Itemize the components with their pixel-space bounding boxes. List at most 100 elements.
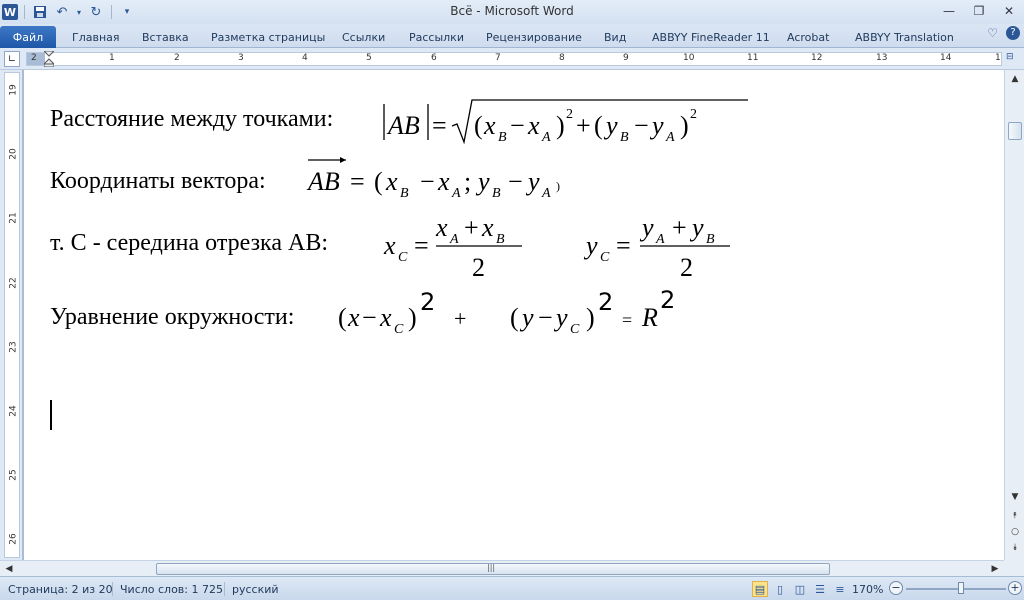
- ruler-mark: 23: [8, 341, 19, 353]
- svg-text:A: A: [541, 130, 551, 145]
- svg-text:B: B: [620, 130, 629, 145]
- view-ruler-icon[interactable]: ⊟: [1006, 52, 1020, 66]
- ribbon-tabs: Файл Главная Вставка Разметка страницы С…: [0, 24, 1024, 48]
- close-icon[interactable]: ✕: [994, 0, 1024, 22]
- restore-icon[interactable]: ❐: [964, 0, 994, 22]
- scrollbar-corner: [1004, 560, 1024, 576]
- grip-icon: |||: [487, 563, 496, 572]
- zoom-slider-knob[interactable]: [958, 582, 964, 594]
- ruler-mark: 6: [431, 53, 437, 63]
- svg-text:AB: AB: [306, 167, 340, 196]
- horizontal-scroll-thumb[interactable]: |||: [156, 563, 830, 575]
- draft-view-icon[interactable]: ≡: [832, 581, 848, 597]
- horizontal-ruler[interactable]: 2 1 2 3 4 5 6 7 8 9 10 11 12 13 14 15: [26, 52, 1002, 66]
- svg-text:+: +: [454, 306, 466, 331]
- tab-abbyy-finereader[interactable]: ABBYY FineReader 11: [646, 27, 776, 48]
- text-line-midpoint[interactable]: т. С - середина отрезка АВ:: [50, 230, 328, 257]
- ruler-row: ∟ 2 1 2 3 4 5 6 7 8 9 10 11 12 13 14 15 …: [0, 48, 1024, 70]
- svg-text:−: −: [510, 111, 525, 140]
- web-layout-icon[interactable]: ◫: [792, 581, 808, 597]
- svg-text:+: +: [464, 213, 479, 242]
- full-screen-reading-icon[interactable]: ▯: [772, 581, 788, 597]
- zoom-level[interactable]: 170%: [852, 583, 883, 596]
- svg-text:C: C: [398, 250, 408, 265]
- tab-references[interactable]: Ссылки: [336, 27, 391, 48]
- svg-text:−: −: [634, 111, 649, 140]
- status-separator: [224, 582, 225, 596]
- svg-text:): ): [680, 111, 689, 140]
- line-label: Уравнение окружности:: [50, 304, 295, 330]
- svg-text:=: =: [350, 167, 365, 196]
- text-line-distance[interactable]: Расстояние между точками:: [50, 106, 333, 133]
- print-layout-icon[interactable]: ▤: [752, 581, 768, 597]
- vertical-ruler[interactable]: 19 20 21 22 23 24 25 26: [4, 72, 20, 558]
- tab-insert[interactable]: Вставка: [136, 27, 195, 48]
- browse-object-icon[interactable]: ○: [1008, 526, 1022, 538]
- vertical-scroll-thumb[interactable]: [1008, 122, 1022, 140]
- tab-file[interactable]: Файл: [0, 26, 56, 48]
- window-controls: — ❐ ✕: [934, 0, 1024, 22]
- svg-text:): ): [556, 179, 560, 193]
- scroll-left-icon[interactable]: ◀: [2, 562, 16, 576]
- zoom-out-icon[interactable]: −: [889, 581, 903, 595]
- tab-stop-selector[interactable]: ∟: [4, 51, 20, 67]
- zoom-in-icon[interactable]: +: [1008, 581, 1022, 595]
- tab-page-layout[interactable]: Разметка страницы: [205, 27, 331, 48]
- tab-home[interactable]: Главная: [66, 27, 126, 48]
- tab-mailings[interactable]: Рассылки: [403, 27, 470, 48]
- ruler-mark: 2: [174, 53, 180, 63]
- svg-text:B: B: [498, 130, 507, 145]
- status-word-count[interactable]: Число слов: 1 725: [120, 583, 223, 596]
- svg-text:x: x: [437, 167, 450, 196]
- previous-page-icon[interactable]: ⯭: [1008, 510, 1022, 522]
- text-line-vector[interactable]: Координаты вектора:: [50, 168, 266, 195]
- svg-text:y: y: [583, 231, 598, 260]
- svg-text:−: −: [538, 303, 553, 332]
- svg-text:A: A: [655, 232, 665, 247]
- svg-text:A: A: [665, 130, 675, 145]
- ruler-mark: 13: [876, 53, 888, 63]
- svg-text:2: 2: [472, 253, 485, 282]
- status-language[interactable]: русский: [232, 583, 279, 596]
- minimize-icon[interactable]: —: [934, 0, 964, 22]
- svg-text:x: x: [379, 303, 392, 332]
- tab-review[interactable]: Рецензирование: [480, 27, 588, 48]
- text-cursor: [50, 400, 52, 430]
- scroll-up-icon[interactable]: ▲: [1008, 72, 1022, 86]
- svg-text:y: y: [649, 111, 664, 140]
- ruler-mark: 10: [683, 53, 695, 63]
- ribbon-help-area: ♡ ?: [987, 26, 1020, 40]
- status-bar: Страница: 2 из 20 Число слов: 1 725 русс…: [0, 576, 1024, 600]
- zoom-slider[interactable]: [906, 588, 1006, 590]
- vertical-scrollbar[interactable]: ▲ ▼ ⯭ ○ ⯯: [1004, 70, 1024, 560]
- ruler-mark: 2: [31, 53, 37, 63]
- svg-text:x: x: [527, 111, 540, 140]
- svg-text:2: 2: [420, 288, 435, 316]
- svg-text:AB: AB: [386, 111, 420, 140]
- svg-text:A: A: [541, 186, 551, 200]
- svg-text:x: x: [385, 167, 398, 196]
- indent-marker-icon[interactable]: [44, 51, 54, 67]
- circle-formula: ( x − x C ) 2 + ( y − y C ) 2 = R 2: [338, 286, 675, 337]
- ruler-mark: 26: [8, 533, 19, 545]
- svg-text:(: (: [510, 303, 519, 332]
- scroll-right-icon[interactable]: ▶: [988, 562, 1002, 576]
- document-area[interactable]: Расстояние между точками: AB = ( x B − x…: [22, 70, 1004, 560]
- next-page-icon[interactable]: ⯯: [1008, 542, 1022, 554]
- tab-view[interactable]: Вид: [598, 27, 632, 48]
- document-page[interactable]: Расстояние между точками: AB = ( x B − x…: [24, 70, 1004, 560]
- outline-view-icon[interactable]: ☰: [812, 581, 828, 597]
- svg-text:(: (: [474, 111, 483, 140]
- distance-formula: AB = ( x B − x A ) 2 + ( y B − y A) 2: [383, 99, 748, 145]
- chevron-down-icon[interactable]: ♡: [987, 26, 998, 40]
- help-icon[interactable]: ?: [1006, 26, 1020, 40]
- svg-text:−: −: [508, 167, 523, 196]
- scroll-down-icon[interactable]: ▼: [1008, 490, 1022, 504]
- ruler-mark: 12: [811, 53, 823, 63]
- tab-abbyy-translation[interactable]: ABBYY Translation: [849, 27, 960, 48]
- tab-acrobat[interactable]: Acrobat: [781, 27, 835, 48]
- ruler-mark: 24: [8, 405, 19, 417]
- status-page[interactable]: Страница: 2 из 20: [8, 583, 113, 596]
- text-line-circle[interactable]: Уравнение окружности:: [50, 304, 294, 331]
- horizontal-scrollbar[interactable]: ◀ ||| ▶: [0, 560, 1004, 576]
